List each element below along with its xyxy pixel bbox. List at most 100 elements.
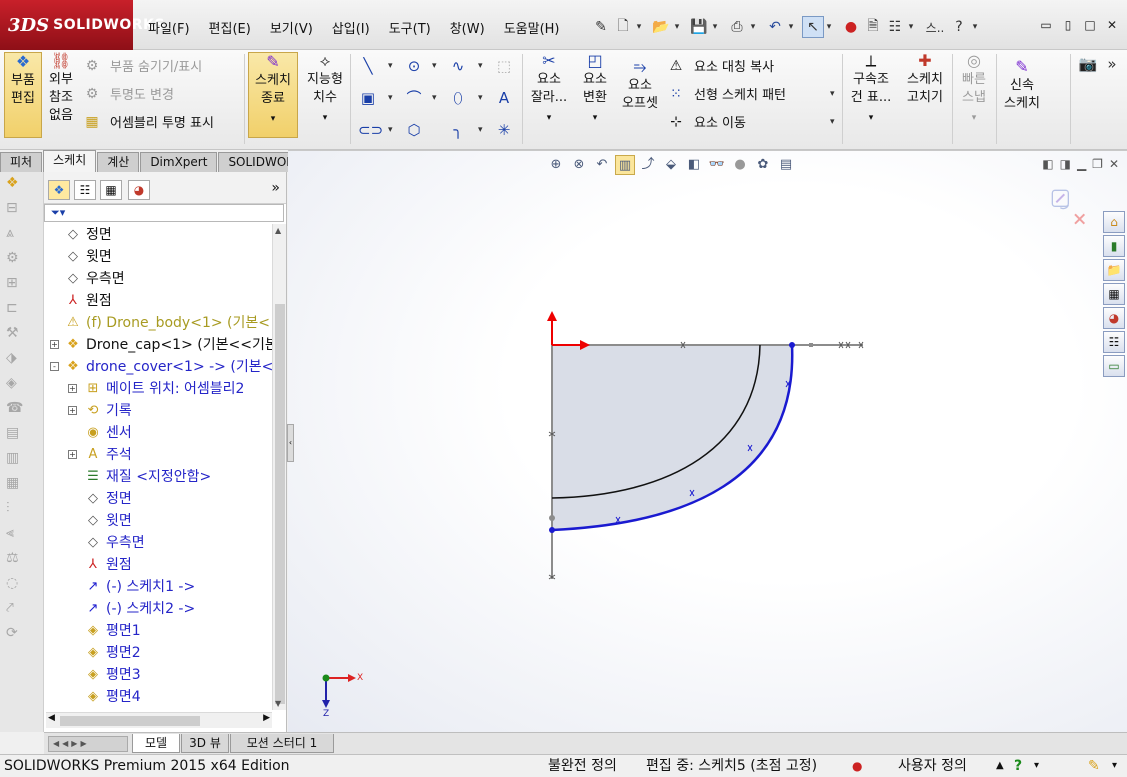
rebuild-traffic-light-icon[interactable]: ● [840, 16, 862, 38]
spline-dropdown-icon[interactable]: ▾ [478, 61, 483, 71]
units-dropdown-icon[interactable]: ▲ [996, 755, 1004, 777]
exit-sketch-button[interactable]: ✎ 스케치 종료 ▾ [248, 52, 298, 138]
minimize-icon[interactable]: ▭ [1037, 17, 1055, 33]
tree-node[interactable]: ◇ 윗면 [46, 510, 272, 532]
text-tool-icon[interactable]: A [494, 88, 514, 108]
smart-fasteners-icon[interactable]: ⚙ [6, 250, 34, 272]
explode-line-icon[interactable]: ▥ [6, 450, 34, 472]
slot-tool-icon[interactable]: ⊂⊃ [358, 120, 383, 140]
tab-scroll-buttons[interactable]: ◀◀▶▶ [48, 736, 128, 752]
arc-endpoint-top[interactable] [789, 342, 795, 348]
quick-snaps-dropdown-icon[interactable]: ▾ [955, 109, 993, 127]
inner-arc-endpoint[interactable] [549, 515, 555, 521]
smart-dimension-button[interactable]: ⟡ 지능형 치수 ▾ [302, 52, 348, 138]
help-button[interactable]: ? [948, 16, 970, 38]
tree-vertical-scrollbar[interactable]: ▲ ▼ [272, 224, 286, 710]
dropdown-status-icon[interactable]: ▾ [1034, 755, 1039, 777]
select-arrow-icon[interactable]: ↖ [802, 16, 824, 38]
tree-node[interactable]: + ⟲ 기록 [46, 400, 272, 422]
interference-icon[interactable]: ▦ [6, 475, 34, 497]
clearance-icon[interactable]: ⫶ [6, 500, 34, 522]
performance-icon[interactable]: ⟳ [6, 625, 34, 647]
mirror-entities-button[interactable]: ⚠ 요소 대칭 복사 [666, 56, 774, 76]
change-transparency-button[interactable]: ⚙ 투명도 변경 [82, 84, 174, 104]
rectangle-tool-icon[interactable]: ▣ [358, 88, 378, 108]
trim-dropdown-icon[interactable]: ▾ [526, 109, 572, 127]
undo-dropdown-icon[interactable]: ▾ [786, 22, 796, 32]
undo-icon[interactable]: ↶ [764, 16, 786, 38]
tab-model[interactable]: 모델 [132, 734, 180, 753]
point-tool-icon[interactable]: ✳ [494, 120, 514, 140]
tree-filter[interactable]: ⏷▾ [44, 204, 284, 222]
trim-entities-button[interactable]: ✂ 요소 잘라... ▾ [526, 52, 572, 138]
tree-node[interactable]: ◇ 정면 [46, 488, 272, 510]
menu-file[interactable]: 파일(F) [148, 18, 190, 37]
mass-properties-icon[interactable]: ◌ [6, 575, 34, 597]
tree-node[interactable]: ↗ (-) 스케치1 -> [46, 576, 272, 598]
midpoint-marker[interactable] [809, 343, 813, 347]
tree-node[interactable]: ☰ 재질 <지정안함> [46, 466, 272, 488]
linear-pattern-dropdown-icon[interactable]: ▾ [830, 89, 835, 99]
show-hidden-icon[interactable]: ⊏ [6, 300, 34, 322]
ellipse-dropdown-icon[interactable]: ▾ [478, 93, 483, 103]
insert-component-icon[interactable]: ❖ [6, 175, 34, 197]
tree-node[interactable]: ⅄ 원점 [46, 554, 272, 576]
tree-node[interactable]: ◉ 센서 [46, 422, 272, 444]
component-pattern-icon[interactable]: ⩓ [6, 225, 34, 247]
menu-edit[interactable]: 편집(E) [209, 18, 251, 37]
ellipse-tool-icon[interactable]: ⬯ [448, 88, 468, 108]
status-dropdown-icon[interactable]: ▾ [1112, 755, 1117, 777]
tree-node[interactable]: ◇ 우측면 [46, 532, 272, 554]
print-icon[interactable]: ⎙ [726, 16, 748, 38]
arc-endpoint-bottom[interactable] [549, 527, 555, 533]
close-icon[interactable]: ✕ [1103, 17, 1121, 33]
hide-show-parts-button[interactable]: ⚙ 부품 숨기기/표시 [82, 56, 203, 76]
move-component-icon[interactable]: ⊞ [6, 275, 34, 297]
tab-sketch[interactable]: 스케치 [43, 150, 97, 172]
tree-node[interactable]: ⚠ (f) Drone_body<1> (기본< [46, 312, 272, 334]
help-dropdown-icon[interactable]: ▾ [970, 22, 980, 32]
edit-part-button[interactable]: ❖ 부품 편집 [4, 52, 42, 138]
move-entities-button[interactable]: ⊹ 요소 이동 [666, 112, 746, 132]
linear-pattern-button[interactable]: ⁙ 선형 스케치 패턴 [666, 84, 786, 104]
graphics-area[interactable]: ⊕ ⊗ ↶ ▥ ⤴ ⬙ ◧ 👓 ● ✿ ▤ ◧ ◨ ▁ ❐ ✕ ⌂ ▮ 📁 ▦ … [288, 150, 1127, 732]
circle-dropdown-icon[interactable]: ▾ [432, 61, 437, 71]
move-dropdown-icon[interactable]: ▾ [830, 117, 835, 127]
quick-snaps-button[interactable]: ◎ 빠른 스냅 ▾ [955, 52, 993, 138]
arc-tool-icon[interactable]: ⌒ [404, 88, 424, 108]
tree-node[interactable]: ↗ (-) 스케치2 -> [46, 598, 272, 620]
convert-entities-button[interactable]: ◰ 요소 변환 ▾ [574, 52, 616, 138]
tree-node[interactable]: + ❖ Drone_cap<1> (기본<<기본 [46, 334, 272, 356]
bill-of-materials-icon[interactable]: ☎ [6, 400, 34, 422]
panel-collapse-button[interactable]: » [271, 180, 280, 196]
expand-ribbon-icon[interactable]: » [1102, 54, 1122, 74]
featuremanager-tab-icon[interactable]: ❖ [48, 180, 70, 200]
scroll-up-icon[interactable]: ▲ [275, 226, 281, 235]
exit-sketch-dropdown-icon[interactable]: ▾ [249, 110, 297, 128]
tree-node[interactable]: ◇ 우측면 [46, 268, 272, 290]
tree-expand-toggle[interactable]: + [68, 406, 77, 415]
line-tool-icon[interactable]: ╲ [358, 56, 378, 76]
tag-icon[interactable]: ✎ [1088, 755, 1100, 777]
print-dropdown-icon[interactable]: ▾ [748, 22, 758, 32]
tree-node[interactable]: + ⊞ 메이트 위치: 어셈블리2 [46, 378, 272, 400]
propertymanager-tab-icon[interactable]: ☷ [74, 180, 96, 200]
mate-tool-icon[interactable]: ⊟ [6, 200, 34, 222]
tree-node[interactable]: ◇ 정면 [46, 224, 272, 246]
save-icon[interactable]: 💾 [688, 16, 710, 38]
search-commands[interactable]: 스.. [922, 16, 948, 38]
convert-dropdown-icon[interactable]: ▾ [574, 109, 616, 127]
restore-icon[interactable]: ▯ [1059, 17, 1077, 33]
tree-node[interactable]: ◈ 평면2 [46, 642, 272, 664]
tree-node[interactable]: ◇ 윗면 [46, 246, 272, 268]
new-document-icon[interactable]: 🗋 [612, 16, 634, 38]
assembly-features-icon[interactable]: ⚒ [6, 325, 34, 347]
tree-expand-toggle[interactable]: + [50, 340, 59, 349]
menu-help[interactable]: 도움말(H) [504, 18, 560, 37]
tree-node[interactable]: ◈ 평면1 [46, 620, 272, 642]
menu-view[interactable]: 보기(V) [270, 18, 313, 37]
help-status-icon[interactable]: ? [1014, 755, 1022, 777]
tree-node[interactable]: ⅄ 원점 [46, 290, 272, 312]
tab-features[interactable]: 피처 [0, 152, 43, 172]
menu-window[interactable]: 창(W) [450, 18, 485, 37]
